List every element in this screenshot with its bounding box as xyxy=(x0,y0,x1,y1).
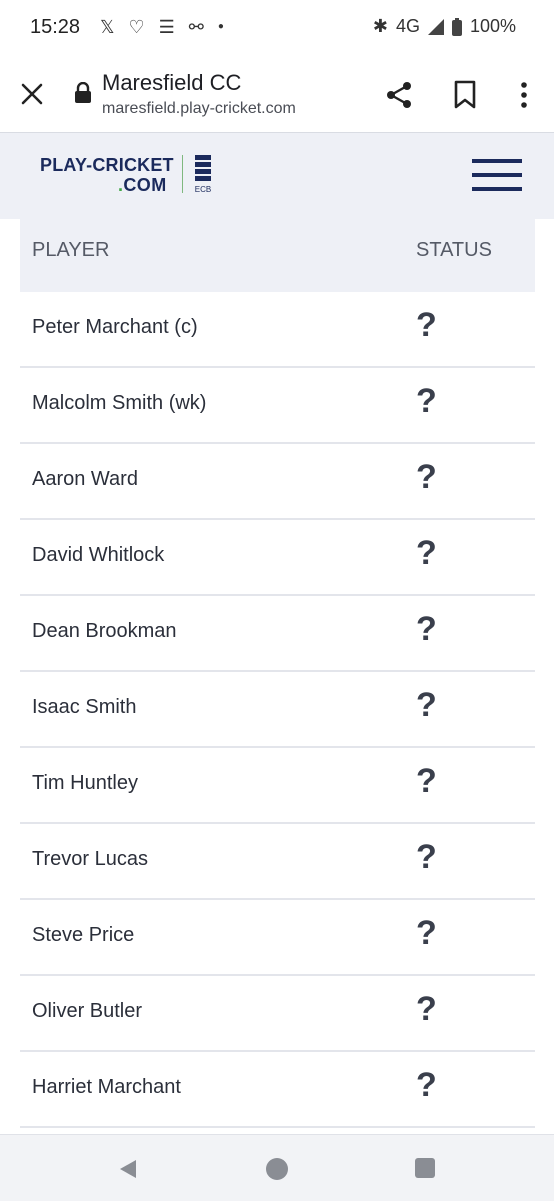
status-unknown-icon[interactable]: ? xyxy=(416,990,437,1029)
status-unknown-icon[interactable]: ? xyxy=(416,914,437,953)
logo-divider xyxy=(182,155,183,193)
table-row: Dean Brookman? xyxy=(20,596,535,672)
share-icon[interactable] xyxy=(384,80,414,110)
table-row: Malcolm Smith (wk)? xyxy=(20,368,535,444)
network-type: 4G xyxy=(395,16,420,36)
table-header: PLAYER STATUS xyxy=(20,219,535,292)
player-name[interactable]: Tim Huntley xyxy=(32,772,138,795)
home-icon[interactable] xyxy=(265,1157,289,1181)
bluetooth-icon: ✱ xyxy=(372,16,388,36)
status-unknown-icon[interactable]: ? xyxy=(416,382,437,421)
player-name[interactable]: Peter Marchant (c) xyxy=(32,316,198,339)
table-row: Aaron Ward? xyxy=(20,444,535,520)
ecb-logo-text: ECB xyxy=(195,185,211,194)
heart-rate-icon: ♡ xyxy=(128,17,145,37)
status-unknown-icon[interactable]: ? xyxy=(416,762,437,801)
news-icon: ☰ xyxy=(158,17,175,37)
table-row: Oliver Butler? xyxy=(20,976,535,1052)
close-icon[interactable] xyxy=(18,80,46,108)
table-row: Tim Huntley? xyxy=(20,748,535,824)
play-cricket-logo-line2[interactable]: .COM xyxy=(118,175,167,196)
page-url[interactable]: maresfield.play-cricket.com xyxy=(102,100,296,118)
status-unknown-icon[interactable]: ? xyxy=(416,458,437,497)
hamburger-menu-icon[interactable] xyxy=(472,157,522,193)
player-name[interactable]: Dean Brookman xyxy=(32,620,177,643)
back-icon[interactable] xyxy=(116,1157,140,1181)
status-unknown-icon[interactable]: ? xyxy=(416,1066,437,1105)
player-name[interactable]: Isaac Smith xyxy=(32,696,136,719)
player-name[interactable]: Steve Price xyxy=(32,924,134,947)
player-name[interactable]: David Whitlock xyxy=(32,544,164,567)
status-bar: 15:28 𝕏 ♡ ☰ ⚯ ● ✱ 4G 100% xyxy=(0,0,554,56)
table-row: Peter Marchant (c)? xyxy=(20,292,535,368)
more-options-icon[interactable] xyxy=(514,80,534,110)
table-row: Trevor Lucas? xyxy=(20,824,535,900)
logo-com: COM xyxy=(123,175,167,195)
site-header: PLAY-CRICKET .COM ECB xyxy=(0,133,554,219)
browser-toolbar: Maresfield CC maresfield.play-cricket.co… xyxy=(0,56,554,133)
table-row: Steve Price? xyxy=(20,900,535,976)
system-icons: ✱ 4G 100% xyxy=(373,16,516,37)
battery-percentage: 100% xyxy=(469,16,516,36)
player-name[interactable]: Trevor Lucas xyxy=(32,848,148,871)
player-availability-table: PLAYER STATUS Peter Marchant (c)? Malcolm… xyxy=(20,219,535,1128)
table-row: Harriet Marchant? xyxy=(20,1052,535,1128)
player-name[interactable]: Oliver Butler xyxy=(32,1000,142,1023)
table-row: David Whitlock? xyxy=(20,520,535,596)
status-unknown-icon[interactable]: ? xyxy=(416,534,437,573)
system-navigation-bar xyxy=(0,1134,554,1201)
status-unknown-icon[interactable]: ? xyxy=(416,838,437,877)
table-body: Peter Marchant (c)? Malcolm Smith (wk)? Aa… xyxy=(20,292,535,1128)
player-name[interactable]: Harriet Marchant xyxy=(32,1076,181,1099)
recents-icon[interactable] xyxy=(414,1157,436,1179)
lock-icon[interactable] xyxy=(74,82,92,104)
player-name[interactable]: Malcolm Smith (wk) xyxy=(32,392,206,415)
play-cricket-logo-line1[interactable]: PLAY-CRICKET xyxy=(40,155,174,176)
table-row: Isaac Smith? xyxy=(20,672,535,748)
link-icon: ⚯ xyxy=(188,17,204,37)
status-unknown-icon[interactable]: ? xyxy=(416,610,437,649)
x-app-icon: 𝕏 xyxy=(100,17,115,37)
status-unknown-icon[interactable]: ? xyxy=(416,686,437,725)
status-column-header: STATUS xyxy=(416,239,492,261)
player-name[interactable]: Aaron Ward xyxy=(32,468,138,491)
battery-icon xyxy=(451,17,462,36)
bookmark-icon[interactable] xyxy=(452,80,478,110)
player-column-header: PLAYER xyxy=(32,239,110,261)
page-title: Maresfield CC xyxy=(102,70,242,95)
signal-icon xyxy=(427,18,444,35)
ecb-logo-icon: ECB xyxy=(195,155,211,194)
status-unknown-icon[interactable]: ? xyxy=(416,306,437,345)
dot-icon: ● xyxy=(217,21,224,32)
status-time: 15:28 xyxy=(30,16,81,38)
notification-icons: 𝕏 ♡ ☰ ⚯ ● xyxy=(100,16,224,38)
